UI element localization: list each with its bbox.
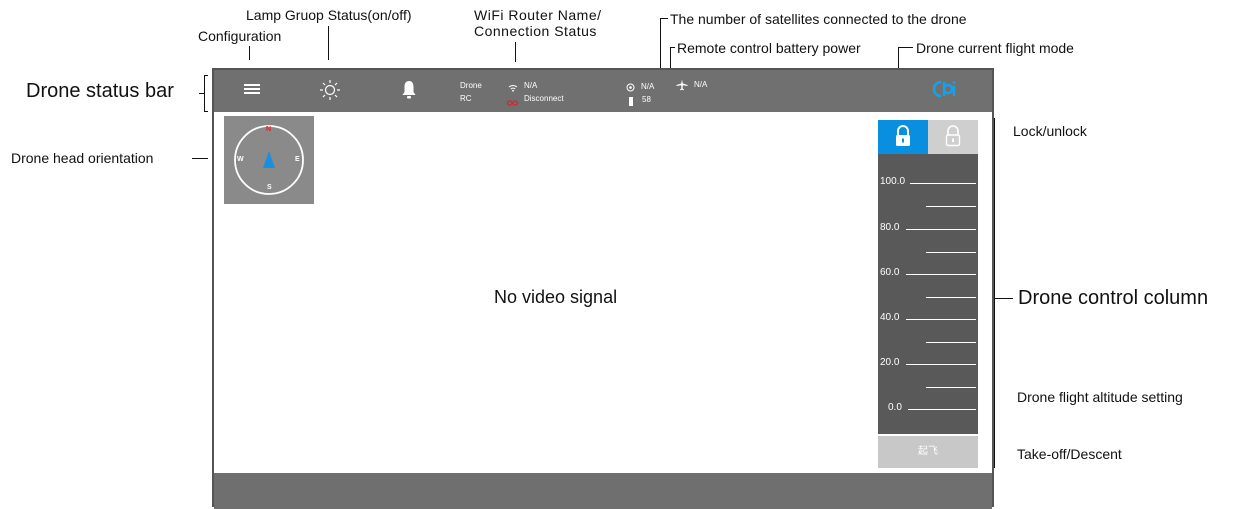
annotation-lamp-group: Lamp Gruop Status(on/off): [246, 7, 412, 23]
compass-north-label: N: [266, 126, 272, 133]
altitude-major-tick: [906, 274, 976, 275]
drone-label: Drone: [460, 81, 482, 90]
altitude-minor-tick: [926, 206, 976, 207]
annotation-altitude-setting: Drone flight altitude setting: [1017, 389, 1183, 405]
bracket-control-column: [994, 118, 995, 468]
lock-button[interactable]: [878, 120, 928, 154]
altitude-minor-tick: [926, 252, 976, 253]
altitude-minor-tick: [926, 342, 976, 343]
altitude-major-tick: [910, 183, 976, 184]
annotation-satellites: The number of satellites connected to th…: [670, 11, 967, 27]
altitude-tick-label: 100.0: [880, 176, 906, 187]
drone-control-column: 100.0 80.0 60.0 40.0 20.0 0.0 起飞: [878, 120, 980, 468]
annotation-lock-unlock: Lock/unlock: [1013, 123, 1087, 139]
bottom-bar: [214, 473, 992, 509]
altitude-tick-label: 80.0: [880, 222, 900, 233]
obi-logo-icon: [930, 78, 960, 105]
altitude-tick-label: 0.0: [888, 402, 902, 413]
annotation-configuration: Configuration: [198, 28, 282, 44]
annotation-control-column: Drone control column: [1018, 287, 1209, 309]
bracket-status-bar-tick: [199, 93, 204, 94]
menu-icon[interactable]: [244, 82, 260, 101]
altitude-major-tick: [906, 364, 976, 365]
altitude-major-tick: [906, 319, 976, 320]
bracket-status-bar-top: [204, 75, 208, 76]
app-window: Drone RC N/A Disconnect N/A 58 N/A N S E…: [212, 68, 994, 509]
altitude-minor-tick: [926, 387, 976, 388]
leader-lamp-group: [328, 26, 329, 60]
lamp-icon[interactable]: [319, 79, 341, 106]
annotation-wifi-line2: Connection Status: [474, 23, 597, 39]
altitude-tick-label: 40.0: [880, 312, 900, 323]
battery-value: 58: [642, 95, 651, 104]
bracket-status-bar-bottom: [204, 111, 208, 112]
annotation-head-orientation: Drone head orientation: [11, 150, 154, 166]
annotation-takeoff-descent: Take-off/Descent: [1017, 446, 1122, 462]
airplane-icon: [676, 78, 688, 96]
no-video-message: No video signal: [494, 287, 618, 307]
leader-head-orientation: [192, 158, 208, 159]
unlock-icon: [945, 125, 961, 147]
drone-status-bar: Drone RC N/A Disconnect N/A 58 N/A: [214, 70, 992, 112]
annotation-rc-battery: Remote control battery power: [677, 40, 861, 56]
annotation-wifi-line1: WiFi Router Name/: [474, 7, 602, 23]
altitude-major-tick: [908, 409, 976, 410]
leader-flight-mode-h1: [898, 47, 913, 48]
takeoff-button[interactable]: 起飞: [878, 436, 978, 468]
battery-icon: [629, 93, 633, 111]
bracket-control-column-tick: [994, 298, 1013, 299]
leader-satellites-h: [660, 18, 668, 19]
altitude-tick-label: 60.0: [880, 267, 900, 278]
leader-configuration: [249, 46, 250, 60]
link-broken-icon: [506, 94, 519, 112]
annotation-flight-mode: Drone current flight mode: [916, 40, 1074, 56]
altitude-major-tick: [906, 229, 976, 230]
unlock-button[interactable]: [928, 120, 978, 154]
compass-west-label: W: [237, 156, 244, 163]
drone-wifi-value: N/A: [524, 81, 538, 90]
altitude-slider[interactable]: 100.0 80.0 60.0 40.0 20.0 0.0: [878, 154, 978, 434]
bell-icon[interactable]: [402, 80, 416, 105]
satellites-value: N/A: [641, 82, 655, 91]
annotation-status-bar: Drone status bar: [26, 80, 174, 102]
compass-south-label: S: [267, 184, 272, 191]
lock-icon: [896, 125, 910, 146]
compass-widget: N S E W: [224, 116, 314, 204]
rc-label: RC: [460, 94, 472, 103]
rc-connection-value: Disconnect: [524, 94, 564, 103]
compass-east-label: E: [295, 156, 300, 163]
flight-mode-value: N/A: [694, 80, 708, 89]
bracket-status-bar: [204, 75, 205, 112]
leader-wifi: [515, 42, 516, 62]
altitude-tick-label: 20.0: [880, 357, 900, 368]
altitude-minor-tick: [926, 297, 976, 298]
